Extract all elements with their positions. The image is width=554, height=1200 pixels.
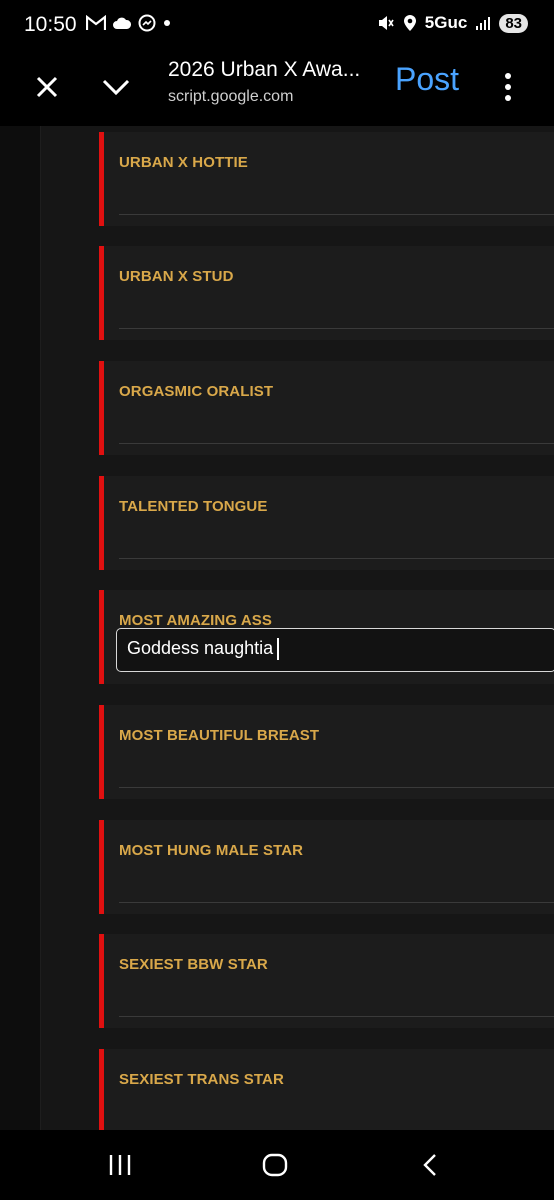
answer-text: Goddess naughtia: [127, 638, 274, 658]
chevron-down-icon: [102, 79, 130, 96]
question-card: SEXIEST TRANS STAR: [99, 1049, 554, 1130]
home-button[interactable]: [255, 1150, 295, 1180]
question-label: SEXIEST BBW STAR: [119, 956, 268, 973]
question-label: MOST HUNG MALE STAR: [119, 842, 304, 859]
system-icons: 5Guc 83: [377, 13, 528, 33]
answer-field[interactable]: [119, 902, 554, 903]
text-cursor: [277, 638, 280, 661]
minimize-button[interactable]: [96, 68, 136, 106]
card-accent: [99, 246, 104, 340]
question-card: SEXIEST BBW STAR: [99, 934, 554, 1028]
notification-icons: [86, 14, 172, 32]
question-card: TALENTED TONGUE: [99, 476, 554, 570]
title-block: 2026 Urban X Awa... script.google.com: [168, 58, 360, 106]
card-accent: [99, 934, 104, 1028]
more-vert-icon: [505, 73, 511, 79]
close-button[interactable]: [28, 68, 66, 106]
question-label: URBAN X HOTTIE: [119, 154, 248, 171]
left-gutter: [0, 126, 41, 1130]
question-label: ORGASMIC ORALIST: [119, 383, 274, 400]
card-accent: [99, 476, 104, 570]
question-label: SEXIEST TRANS STAR: [119, 1071, 284, 1088]
question-card: ORGASMIC ORALIST: [99, 361, 554, 455]
answer-field[interactable]: [119, 328, 554, 329]
dot-icon: [164, 20, 170, 26]
question-label: MOST BEAUTIFUL BREAST: [119, 727, 320, 744]
question-card: URBAN X STUD: [99, 246, 554, 340]
question-card: MOST BEAUTIFUL BREAST: [99, 705, 554, 799]
messenger-icon: [138, 14, 156, 32]
card-accent: [99, 361, 104, 455]
more-options-button[interactable]: [498, 68, 518, 106]
question-card: URBAN X HOTTIE: [99, 132, 554, 226]
close-icon: [36, 76, 58, 98]
network-label: 5Guc: [424, 13, 468, 32]
answer-field[interactable]: [119, 558, 554, 559]
back-icon: [423, 1154, 436, 1176]
form-content[interactable]: URBAN X HOTTIE URBAN X STUD ORGASMIC ORA…: [0, 126, 554, 1130]
question-label: TALENTED TONGUE: [119, 498, 268, 515]
post-button[interactable]: Post: [395, 61, 459, 98]
back-button[interactable]: [410, 1150, 450, 1180]
card-accent: [99, 820, 104, 914]
signal-icon: [476, 17, 491, 30]
battery-badge: 83: [499, 13, 528, 33]
gmail-icon: [86, 15, 106, 30]
mute-icon: [378, 16, 394, 30]
home-icon: [262, 1153, 288, 1177]
page-url: script.google.com: [168, 88, 294, 105]
question-card: MOST HUNG MALE STAR: [99, 820, 554, 914]
answer-input[interactable]: Goddess naughtia: [116, 628, 554, 672]
app-bar: 2026 Urban X Awa... script.google.com Po…: [0, 52, 554, 126]
answer-field[interactable]: [119, 214, 554, 215]
form-area: URBAN X HOTTIE URBAN X STUD ORGASMIC ORA…: [41, 126, 554, 1130]
status-bar: 10:50 5Guc 83: [0, 0, 554, 52]
location-icon: [403, 15, 416, 31]
question-label: URBAN X STUD: [119, 268, 234, 285]
question-label: MOST AMAZING ASS: [119, 612, 272, 629]
recents-icon: [109, 1155, 131, 1175]
card-accent: [99, 590, 104, 684]
answer-field[interactable]: [119, 1016, 554, 1017]
answer-field[interactable]: [119, 787, 554, 788]
recents-button[interactable]: [100, 1150, 140, 1180]
status-time: 10:50: [24, 13, 77, 36]
question-card: MOST AMAZING ASS Goddess naughtia: [99, 590, 554, 684]
card-accent: [99, 1049, 104, 1130]
navigation-bar: [0, 1130, 554, 1200]
card-accent: [99, 132, 104, 226]
answer-field[interactable]: [119, 443, 554, 444]
card-accent: [99, 705, 104, 799]
page-title: 2026 Urban X Awa...: [168, 58, 361, 81]
cloud-icon: [113, 17, 132, 29]
